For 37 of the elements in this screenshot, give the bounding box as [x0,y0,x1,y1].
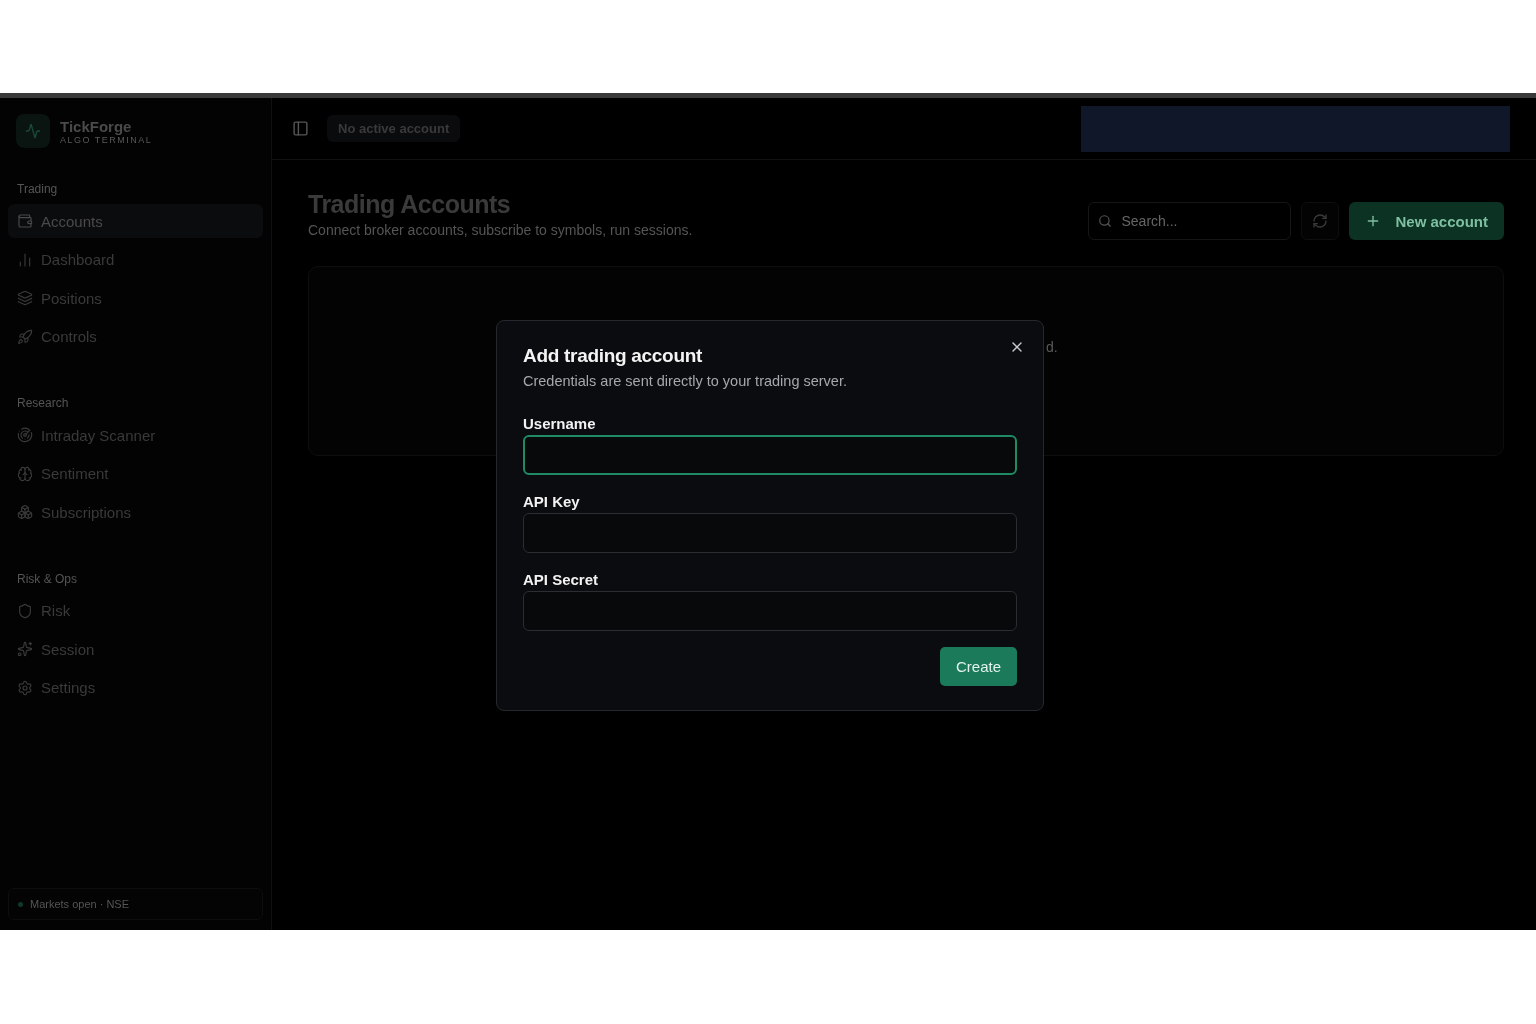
create-button[interactable]: Create [939,647,1017,686]
nav-icon [17,465,33,482]
refresh-icon [1312,213,1329,229]
sidebar-section-title: Trading [16,182,59,196]
field-label: API Key [523,493,581,510]
search-field[interactable]: Search... [1088,202,1292,240]
dialog-description: Credentials are sent directly to your trading server. [523,373,848,389]
sidebar-item[interactable]: Accounts [8,204,263,238]
nav-icon [17,328,33,345]
new-account-button[interactable]: New account [1349,202,1504,240]
sidebar-toggle-icon[interactable] [292,120,309,137]
nav-icon [17,213,33,229]
nav-icon [17,504,33,520]
input-field[interactable] [523,513,1017,553]
nav-icon [17,427,33,443]
empty-state-text: d. [1046,339,1058,355]
nav-icon [17,602,33,619]
page-title: Trading Accounts [308,190,512,219]
nav-icon [17,679,33,696]
pulse-line-icon [25,123,41,139]
sidebar-section-title: Research [16,396,70,410]
search-icon [1098,214,1113,228]
field-label: API Secret [523,571,600,588]
input-field[interactable] [523,435,1017,475]
page-subtitle: Connect broker accounts, subscribe to symbols, run sessions. [308,222,693,238]
market-status-text: Markets open · NSE [30,898,130,910]
dialog-title: Add trading account [523,345,704,367]
refresh-button[interactable] [1301,202,1340,240]
field-label: Username [523,415,597,432]
input-field[interactable] [523,591,1017,631]
status-dot-icon [18,901,23,907]
app-tagline: ALGO TERMINAL [60,134,153,145]
nav-icon [17,251,33,268]
app-name: TickForge [60,117,133,135]
nav-icon [17,290,33,306]
nav-icon [17,641,33,657]
sidebar-section-title: Risk & Ops [16,571,78,586]
